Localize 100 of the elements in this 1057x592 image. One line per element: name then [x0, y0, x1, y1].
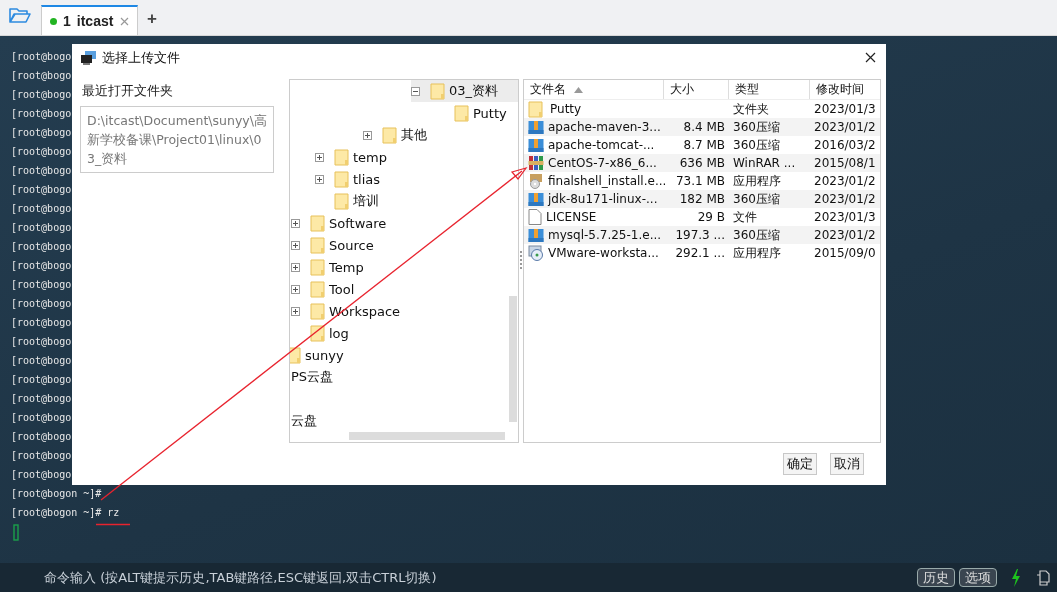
folder-icon: [334, 170, 349, 188]
tree-item[interactable]: PS云盘: [290, 368, 335, 386]
tab-number: 1: [63, 13, 71, 29]
file-name[interactable]: LICENSE: [546, 210, 597, 224]
folder-icon: [310, 258, 325, 276]
terminal-line: [root@bogo: [11, 468, 72, 482]
archive-icon: [528, 191, 544, 207]
terminal-line: [root@bogo: [11, 107, 72, 121]
tree-item[interactable]: Tool: [328, 281, 356, 297]
tree-item[interactable]: Source: [328, 237, 375, 253]
toolbar-button[interactable]: 选项: [959, 568, 997, 587]
terminal-line: [root@bogo: [11, 297, 72, 311]
folder-icon: [310, 280, 325, 298]
recent-folder-path[interactable]: D:\itcast\Document\sunyy\高新学校备课\Project01\linux\03_资料: [80, 106, 274, 173]
terminal-line: [root@bogo: [11, 221, 72, 235]
terminal-line: [root@bogo: [11, 183, 72, 197]
terminal-line: [root@bogo: [11, 145, 72, 159]
file-type: 文件: [733, 209, 757, 224]
file-date: 2015/08/1: [814, 156, 876, 170]
expand-icon[interactable]: [291, 240, 300, 250]
tree-item[interactable]: sunyy: [304, 347, 345, 363]
file-name[interactable]: mysql-5.7.25-1.e...: [548, 228, 662, 242]
tree-item[interactable]: temp: [352, 149, 388, 165]
expand-icon[interactable]: [291, 218, 300, 228]
file-name[interactable]: apache-maven-3...: [548, 120, 661, 134]
file-date: 2016/03/2: [814, 138, 876, 152]
file-name[interactable]: jdk-8u171-linux-...: [548, 192, 658, 206]
file-size: 8.7 MB: [683, 138, 725, 152]
terminal-line: [root@bogo: [11, 259, 72, 273]
tree-item[interactable]: Putty: [472, 105, 508, 121]
tab-label: itcast: [76, 13, 114, 29]
terminal-line: [root@bogo: [11, 354, 72, 368]
expand-icon[interactable]: [315, 174, 324, 184]
close-icon[interactable]: [865, 51, 876, 63]
terminal-line: [root@bogo: [11, 430, 72, 444]
lightning-icon[interactable]: [1011, 568, 1021, 587]
file-name[interactable]: apache-tomcat-...: [548, 138, 655, 152]
terminal-line: [root@bogo: [11, 69, 72, 83]
dialog-title: 选择上传文件: [102, 49, 181, 67]
folder-icon: [310, 302, 325, 320]
file-type: 文件夹: [733, 101, 769, 116]
file-date: 2023/01/2: [814, 192, 876, 206]
column-header[interactable]: 修改时间: [810, 80, 880, 99]
splitter-handle[interactable]: [520, 251, 522, 271]
tree-item[interactable]: log: [328, 325, 350, 341]
expand-icon[interactable]: [291, 284, 300, 294]
scrollbar-thumb[interactable]: [349, 432, 505, 440]
terminal-line: [root@bogo: [11, 126, 72, 140]
cursor-icon: [13, 524, 19, 541]
session-tab[interactable]: 1 itcast: [41, 5, 138, 35]
copy-icon[interactable]: [1035, 569, 1051, 586]
folder-icon: [454, 104, 469, 122]
file-date: 2023/01/2: [814, 174, 876, 188]
tree-item[interactable]: Temp: [328, 259, 365, 275]
command-hint[interactable]: 命令输入 (按ALT键提示历史,TAB键路径,ESC键返回,双击CTRL切换): [44, 568, 913, 587]
tree-item[interactable]: 培训: [352, 192, 380, 210]
dialog-button[interactable]: 取消: [830, 453, 864, 475]
file-name[interactable]: CentOS-7-x86_6...: [548, 156, 657, 170]
terminal-line: [root@bogo: [11, 240, 72, 254]
archive-icon: [528, 227, 544, 243]
column-header[interactable]: 类型: [729, 80, 810, 99]
tree-item[interactable]: 云盘: [290, 412, 318, 430]
archive-icon: [528, 119, 544, 135]
disc-icon: [528, 245, 544, 261]
tree-item[interactable]: Software: [328, 215, 388, 231]
new-tab-button[interactable]: +: [145, 9, 159, 29]
file-date: 2023/01/2: [814, 120, 876, 134]
books-icon: [528, 155, 544, 171]
file-date: 2023/01/3: [814, 102, 876, 116]
terminal-line: [root@bogo: [11, 392, 72, 406]
expand-icon[interactable]: [291, 306, 300, 316]
file-size: 73.1 MB: [675, 174, 725, 188]
toolbar-button[interactable]: 历史: [917, 568, 955, 587]
file-size: 29 B: [697, 210, 725, 224]
expand-icon[interactable]: [315, 152, 324, 162]
file-name[interactable]: Putty: [550, 102, 582, 116]
expand-icon[interactable]: [363, 130, 372, 140]
expand-icon[interactable]: [291, 262, 300, 272]
dialog-button[interactable]: 确定: [783, 453, 817, 475]
terminal-line: [root@bogo: [11, 88, 72, 102]
column-header[interactable]: 文件名: [524, 80, 664, 99]
folder-open-icon[interactable]: [9, 7, 31, 24]
tree-item[interactable]: 其他: [400, 126, 428, 144]
terminal-line: [root@bogo: [11, 411, 72, 425]
file-name[interactable]: VMware-worksta...: [548, 246, 659, 260]
file-size: 197.3 ...: [675, 228, 725, 242]
folder-icon: [310, 214, 325, 232]
file-type: 360压缩: [733, 119, 780, 134]
collapse-icon[interactable]: [411, 86, 420, 96]
file-type: 360压缩: [733, 137, 780, 152]
terminal-line: [root@bogon ~]#: [11, 487, 102, 501]
folder-icon: [310, 236, 325, 254]
underline-mark: [95, 523, 131, 526]
terminal-line: [root@bogo: [11, 316, 72, 330]
tree-item[interactable]: tlias: [352, 171, 382, 187]
column-header[interactable]: 大小: [664, 80, 729, 99]
file-name[interactable]: finalshell_install.e...: [548, 174, 667, 188]
file-size: 636 MB: [679, 156, 725, 170]
scrollbar-thumb[interactable]: [509, 296, 517, 422]
folder-icon: [334, 192, 349, 210]
